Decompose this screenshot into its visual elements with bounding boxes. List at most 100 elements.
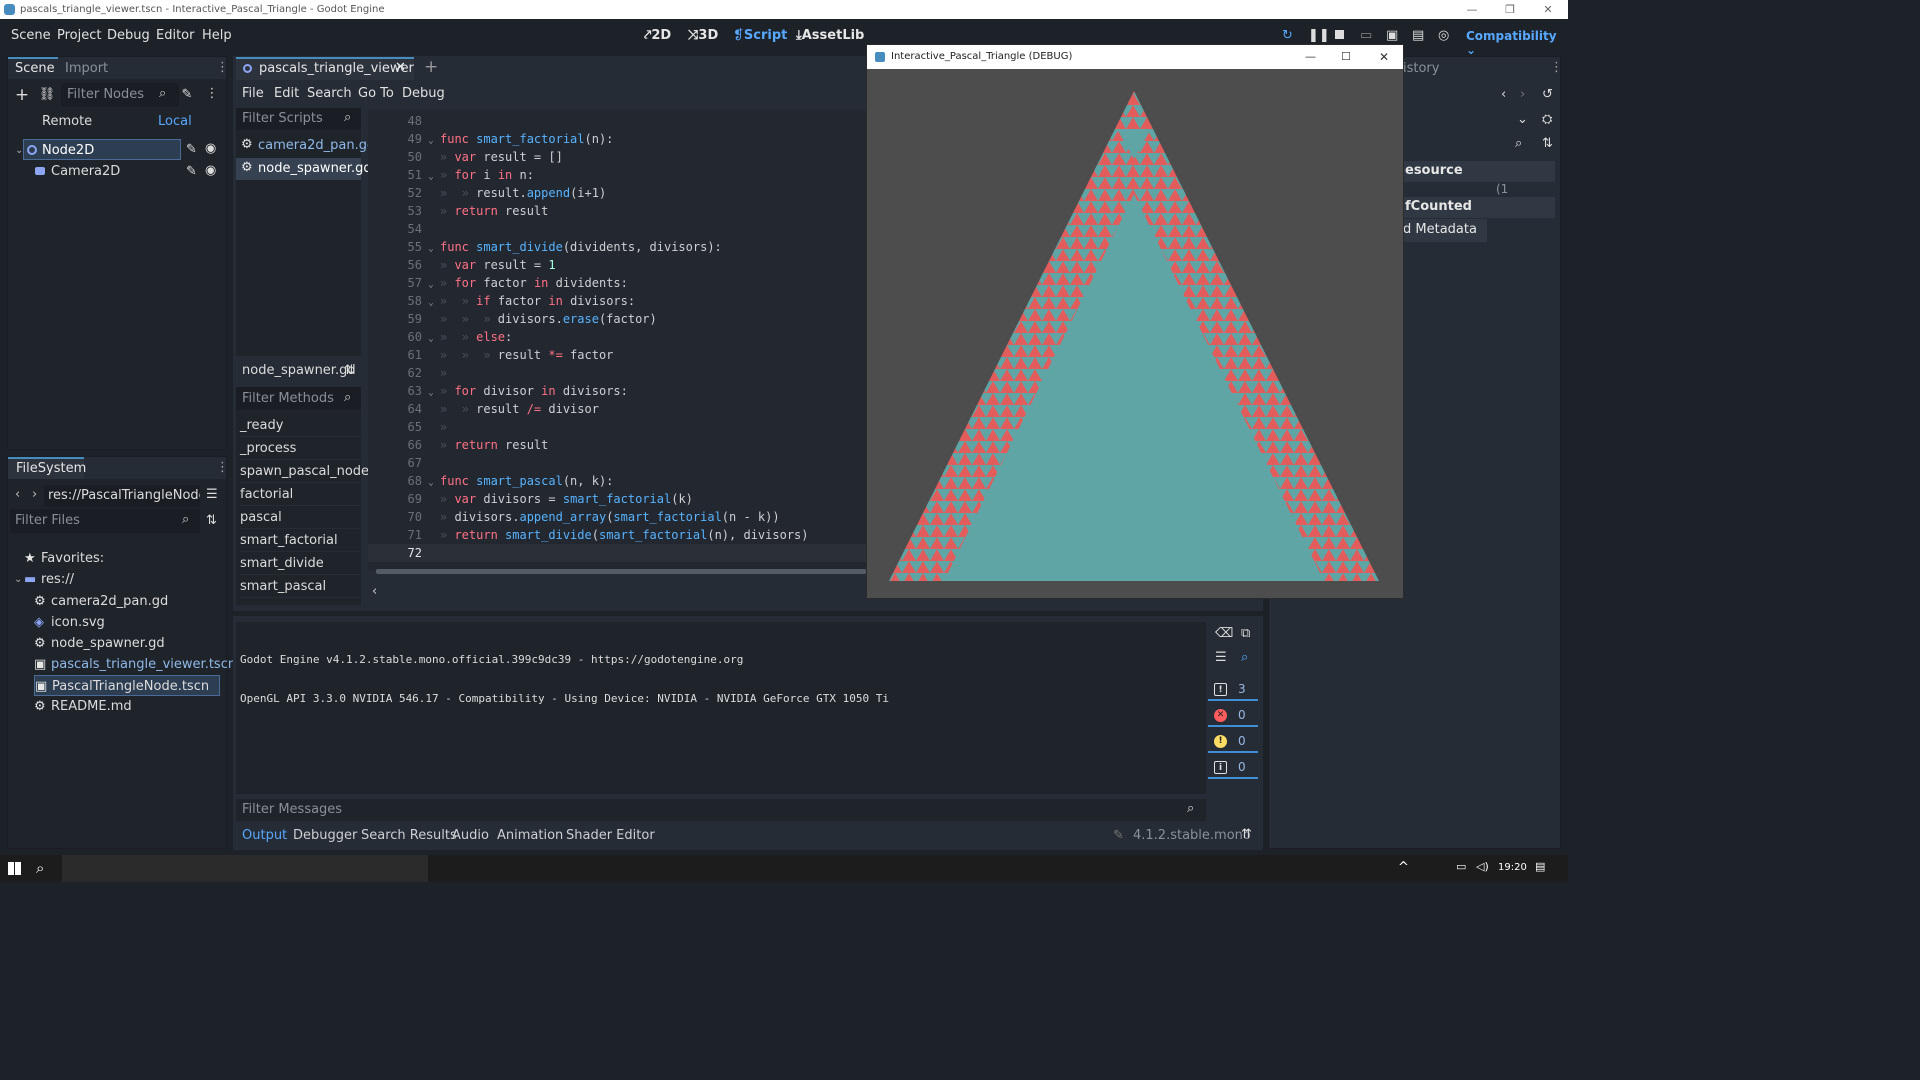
file-item[interactable]: ★ Favorites: bbox=[24, 548, 104, 569]
tray-chevron-icon[interactable]: ^ bbox=[1398, 860, 1409, 875]
profiler-icon[interactable]: ◎ bbox=[1438, 28, 1449, 43]
code-line[interactable]: 64 » » result /= divisor bbox=[368, 400, 866, 418]
toggle-filter-icon[interactable]: ☰ bbox=[1215, 650, 1227, 665]
code-hscrollbar[interactable] bbox=[376, 569, 866, 574]
add-node-icon[interactable]: + bbox=[13, 85, 31, 105]
local-toggle[interactable]: Local bbox=[158, 114, 192, 129]
file-item[interactable]: ⚙ node_spawner.gd bbox=[34, 633, 165, 654]
layout-toggle-icon[interactable]: ☰ bbox=[206, 487, 218, 502]
menu-help[interactable]: Help bbox=[202, 28, 232, 43]
method-item[interactable]: smart_divide bbox=[240, 552, 361, 575]
node-row-node2d[interactable]: ⌄ Node2D bbox=[15, 139, 181, 160]
remote-toggle[interactable]: Remote bbox=[42, 114, 92, 129]
code-line[interactable]: 58 ⌄» » if factor in divisors: bbox=[368, 292, 866, 310]
file-item[interactable]: ◈ icon.svg bbox=[34, 612, 105, 633]
menu-debug[interactable]: Debug bbox=[107, 28, 150, 43]
editor-menu-file[interactable]: File bbox=[242, 86, 264, 101]
code-line[interactable]: 60 ⌄» » else: bbox=[368, 328, 866, 346]
bottom-tab-output[interactable]: Output bbox=[242, 828, 287, 843]
code-line[interactable]: 71 » return smart_divide(smart_factorial(… bbox=[368, 526, 866, 544]
code-line[interactable]: 48 bbox=[368, 112, 866, 130]
method-item[interactable]: _process bbox=[240, 437, 361, 460]
bottom-tab-shader-editor[interactable]: Shader Editor bbox=[566, 828, 655, 843]
search-icon[interactable]: ⌕ bbox=[1515, 136, 1522, 151]
close-tab-icon[interactable]: ✕ bbox=[395, 60, 406, 75]
minimize-button[interactable]: — bbox=[1305, 45, 1316, 69]
bottom-tab-animation[interactable]: Animation bbox=[497, 828, 563, 843]
pin-panel-icon[interactable]: ⇈ bbox=[1241, 827, 1252, 842]
link-icon[interactable]: ⛓ bbox=[38, 87, 56, 102]
file-item[interactable]: ⚙ README.md bbox=[34, 696, 132, 717]
remote-debug-icon[interactable]: ▭ bbox=[1360, 28, 1372, 43]
code-line[interactable]: 50 » var result = [] bbox=[368, 148, 866, 166]
file-item[interactable]: ▣ pascals_triangle_viewer.tscn bbox=[34, 654, 236, 675]
editor-menu-goto[interactable]: Go To bbox=[358, 86, 394, 101]
forward-arrow-icon[interactable]: › bbox=[32, 487, 37, 502]
method-item[interactable]: smart_factorial bbox=[240, 529, 361, 552]
code-line[interactable]: 57 ⌄» for factor in dividents: bbox=[368, 274, 866, 292]
editor-menu-edit[interactable]: Edit bbox=[274, 86, 299, 101]
code-line[interactable]: 68 ⌄ func smart_pascal(n, k): bbox=[368, 472, 866, 490]
tab-scene[interactable]: Scene bbox=[15, 61, 55, 76]
editor-menu-search[interactable]: Search bbox=[307, 86, 352, 101]
mode-script-button[interactable]: ❡Script bbox=[733, 28, 787, 43]
bottom-tab-search-results[interactable]: Search Results bbox=[361, 828, 457, 843]
code-line[interactable]: 55 ⌄ func smart_divide(dividents, divisors… bbox=[368, 238, 866, 256]
history-icon[interactable]: ↺ bbox=[1542, 87, 1553, 102]
code-line[interactable]: 52 » » result.append(i+1) bbox=[368, 184, 866, 202]
code-line[interactable]: 53 » return result bbox=[368, 202, 866, 220]
mode-3d-button[interactable]: ⤨3D bbox=[688, 28, 718, 43]
kebab-menu-icon[interactable]: ⋮ bbox=[216, 460, 229, 475]
code-line[interactable]: 70» divisors.append_array(smart_factoria… bbox=[368, 508, 866, 526]
maximize-button[interactable]: ☐ bbox=[1341, 45, 1351, 69]
notification-icon[interactable]: ▤ bbox=[1535, 860, 1545, 873]
run-custom-icon[interactable]: ▤ bbox=[1412, 28, 1424, 43]
code-line[interactable]: 62 » bbox=[368, 364, 866, 382]
kebab-menu-icon[interactable]: ⋮ bbox=[1550, 60, 1563, 75]
method-item[interactable]: smart_pascal bbox=[240, 575, 361, 598]
filter-nodes-input[interactable]: Filter Nodes ⌕ bbox=[61, 83, 179, 107]
code-line[interactable]: 66 » return result bbox=[368, 436, 866, 454]
tab-import[interactable]: Import bbox=[65, 61, 108, 76]
script-attached-icon[interactable]: ✎ bbox=[186, 142, 197, 157]
code-line[interactable]: 72 bbox=[368, 544, 866, 562]
back-arrow-icon[interactable]: ‹ bbox=[1501, 87, 1506, 102]
file-item[interactable]: ⌄ ▬ res:// bbox=[14, 569, 74, 590]
attach-script-icon[interactable]: ✎ bbox=[178, 87, 196, 102]
collapse-left-icon[interactable]: ‹ bbox=[372, 584, 377, 599]
filter-files-input[interactable]: Filter Files ⌕ bbox=[10, 509, 200, 533]
reload-icon[interactable]: ↻ bbox=[1282, 28, 1293, 43]
windows-start-icon[interactable] bbox=[8, 862, 21, 875]
add-tab-icon[interactable]: + bbox=[424, 57, 438, 77]
bottom-tab-audio[interactable]: Audio bbox=[452, 828, 489, 843]
sort-icon[interactable]: ⇅ bbox=[206, 513, 217, 528]
method-item[interactable]: spawn_pascal_node bbox=[240, 460, 369, 483]
counter-info[interactable]: i0 bbox=[1208, 757, 1258, 779]
filter-scripts-input[interactable]: Filter Scripts ⌕ bbox=[236, 108, 361, 130]
editor-tab[interactable]: pascals_triangle_viewer ✕ bbox=[236, 57, 414, 80]
minimize-button[interactable]: — bbox=[1452, 0, 1492, 19]
filter-messages-input[interactable]: Filter Messages ⌕ bbox=[236, 799, 1206, 821]
kebab-menu-icon[interactable]: ⋮ bbox=[216, 60, 229, 75]
node-row-camera2d[interactable]: Camera2D bbox=[32, 161, 172, 182]
script-item-node-spawner[interactable]: ⚙ node_spawner.gd bbox=[236, 158, 372, 180]
visibility-eye-icon[interactable]: ◉ bbox=[205, 141, 216, 156]
clear-output-icon[interactable]: ⌫ bbox=[1215, 626, 1233, 641]
clock[interactable]: 19:20 bbox=[1498, 862, 1527, 873]
object-icon[interactable]: ⛭ bbox=[1542, 112, 1552, 127]
file-item[interactable]: ⚙ camera2d_pan.gd bbox=[34, 591, 168, 612]
code-line[interactable]: 59 » » » divisors.erase(factor) bbox=[368, 310, 866, 328]
code-line[interactable]: 63 ⌄» for divisor in divisors: bbox=[368, 382, 866, 400]
maximize-button[interactable]: ❐ bbox=[1490, 0, 1530, 19]
counter-warning[interactable]: ! 0 bbox=[1208, 731, 1258, 753]
menu-project[interactable]: Project bbox=[57, 28, 101, 43]
code-line[interactable]: 67 bbox=[368, 454, 866, 472]
code-line[interactable]: 54 bbox=[368, 220, 866, 238]
menu-editor[interactable]: Editor bbox=[156, 28, 194, 43]
filesystem-tab[interactable]: FileSystem bbox=[8, 457, 86, 479]
method-item[interactable]: pascal bbox=[240, 506, 361, 529]
mode-assetlib-button[interactable]: ⤓AssetLib bbox=[796, 28, 864, 43]
counter-message[interactable]: ! 3 bbox=[1208, 679, 1258, 701]
scene-options-icon[interactable]: ⋮ bbox=[203, 86, 221, 101]
menu-scene[interactable]: Scene bbox=[11, 28, 51, 43]
